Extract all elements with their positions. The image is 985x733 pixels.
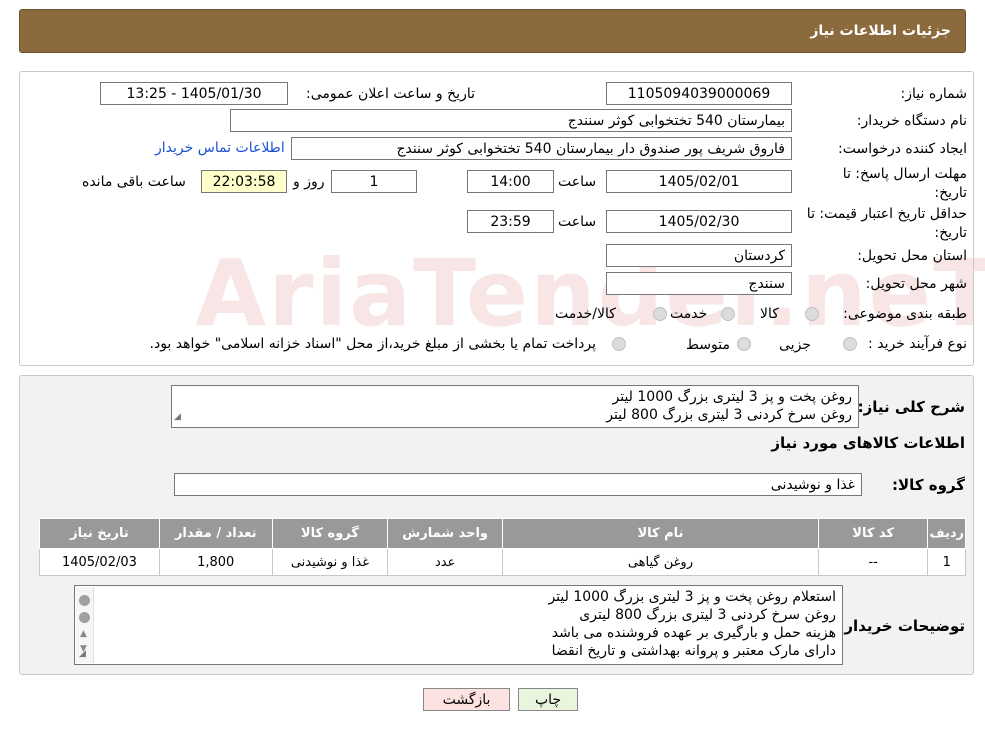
goods-group-field: غذا و نوشیدنی xyxy=(174,473,862,496)
page-title: جزئیات اطلاعات نیاز xyxy=(810,23,951,39)
process-label: نوع فرآیند خرید : xyxy=(868,336,967,352)
price-time-label: ساعت xyxy=(558,214,597,230)
announce-label: تاریخ و ساعت اعلان عمومی: xyxy=(306,86,475,102)
col-quantity: تعداد / مقدار xyxy=(158,518,273,549)
price-time-field: 23:59 xyxy=(467,210,554,233)
summary-line-1: روغن پخت و پز 3 لیتری بزرگ 1000 لیتر xyxy=(612,389,853,405)
buyer-notes-textarea[interactable]: استعلام روغن پخت و پز 3 لیتری بزرگ 1000 … xyxy=(74,585,843,665)
remaining-label: ساعت باقی مانده xyxy=(82,174,186,190)
province-field: کردستان xyxy=(606,244,792,267)
table-header-row: ردیف کد کالا نام کالا واحد شمارش گروه کا… xyxy=(39,518,966,549)
reply-time-field: 14:00 xyxy=(467,170,554,193)
cell-row-number: 1 xyxy=(927,548,966,576)
category-radio-goods-service[interactable] xyxy=(653,307,667,321)
scroll-dot-icon[interactable] xyxy=(79,612,90,623)
city-field: سنندج xyxy=(606,272,792,295)
table-row[interactable]: 1 -- روغن گیاهی عدد غذا و نوشیدنی 1,800 … xyxy=(39,548,966,576)
resize-grip-icon[interactable]: ◢ xyxy=(174,408,181,426)
items-table: ردیف کد کالا نام کالا واحد شمارش گروه کا… xyxy=(39,518,966,576)
process-note: پرداخت تمام یا بخشی از مبلغ خرید،از محل … xyxy=(149,336,596,352)
category-option-goods: کالا xyxy=(760,306,779,322)
process-note-radio[interactable] xyxy=(612,337,626,351)
process-option-minor: جزیی xyxy=(779,337,811,353)
col-need-date: تاریخ نیاز xyxy=(39,518,160,549)
goods-info-title: اطلاعات کالاهای مورد نیاز xyxy=(771,434,965,452)
col-row-number: ردیف xyxy=(927,518,966,549)
buyer-notes-line-3: هزینه حمل و بارگیری بر عهده فروشنده می ب… xyxy=(551,625,836,641)
cell-quantity: 1,800 xyxy=(158,548,273,576)
back-button[interactable]: بازگشت xyxy=(423,688,510,711)
buyer-contact-link[interactable]: اطلاعات تماس خریدار xyxy=(155,140,285,156)
category-option-goods-service: کالا/خدمت xyxy=(555,306,616,322)
summary-textarea[interactable]: روغن پخت و پز 3 لیتری بزرگ 1000 لیتر روغ… xyxy=(171,385,859,428)
cell-need-date: 1405/02/03 xyxy=(39,548,160,576)
reply-date-field: 1405/02/01 xyxy=(606,170,792,193)
buyer-org-label: نام دستگاه خریدار: xyxy=(856,113,967,129)
category-label: طبقه بندی موضوعی: xyxy=(843,306,967,322)
col-goods-group: گروه کالا xyxy=(271,518,389,549)
city-label: شهر محل تحویل: xyxy=(865,276,967,292)
print-button[interactable]: چاپ xyxy=(518,688,578,711)
col-item-name: نام کالا xyxy=(502,518,819,549)
category-option-service: خدمت xyxy=(670,306,708,322)
page-header: جزئیات اطلاعات نیاز xyxy=(19,9,966,53)
process-radio-medium[interactable] xyxy=(737,337,751,351)
summary-line-2: روغن سرخ کردنی 3 لیتری بزرگ 800 لیتر xyxy=(606,407,852,423)
buyer-notes-label: توضیحات خریدار: xyxy=(838,617,965,635)
process-radio-minor[interactable] xyxy=(843,337,857,351)
creator-field: فاروق شریف پور صندوق دار بیمارستان 540 ت… xyxy=(291,137,792,160)
cell-item-code: -- xyxy=(817,548,929,576)
category-radio-goods[interactable] xyxy=(805,307,819,321)
announce-field: 1405/01/30 - 13:25 xyxy=(100,82,288,105)
remaining-time-field: 22:03:58 xyxy=(201,170,287,193)
reply-time-label: ساعت xyxy=(558,174,597,190)
process-option-medium: متوسط xyxy=(686,337,730,353)
buyer-org-field: بیمارستان 540 تختخوابی کوثر سنندج xyxy=(230,109,792,132)
scroll-corner-icon: ◢ xyxy=(79,649,86,659)
cell-item-name: روغن گیاهی xyxy=(502,548,819,576)
summary-label: شرح کلی نیاز: xyxy=(857,398,965,416)
cell-goods-group: غذا و نوشیدنی xyxy=(271,548,389,576)
buyer-notes-line-4: دارای مارک معتبر و پروانه بهداشتی و تاری… xyxy=(551,643,836,659)
cell-unit: عدد xyxy=(387,548,504,576)
scroll-dot-icon[interactable] xyxy=(79,595,90,606)
price-validity-label: حداقل تاریخ اعتبار قیمت: تا تاریخ: xyxy=(806,206,967,241)
goods-group-label: گروه کالا: xyxy=(892,476,965,494)
price-date-field: 1405/02/30 xyxy=(606,210,792,233)
need-number-label: شماره نیاز: xyxy=(900,86,968,102)
buyer-notes-line-1: استعلام روغن پخت و پز 3 لیتری بزرگ 1000 … xyxy=(548,589,836,605)
col-unit: واحد شمارش xyxy=(387,518,504,549)
need-number-field: 1105094039000069 xyxy=(606,82,792,105)
buyer-notes-scrollbar[interactable]: ▲ ▼ ◢ xyxy=(76,587,94,663)
days-field: 1 xyxy=(331,170,417,193)
reply-deadline-label: مهلت ارسال پاسخ: تا تاریخ: xyxy=(842,166,967,201)
province-label: استان محل تحویل: xyxy=(857,248,967,264)
category-radio-service[interactable] xyxy=(721,307,735,321)
creator-label: ایجاد کننده درخواست: xyxy=(838,141,967,157)
buyer-notes-line-2: روغن سرخ کردنی 3 لیتری بزرگ 800 لیتری xyxy=(579,607,836,623)
days-label: روز و xyxy=(293,174,325,190)
col-item-code: کد کالا xyxy=(817,518,929,549)
